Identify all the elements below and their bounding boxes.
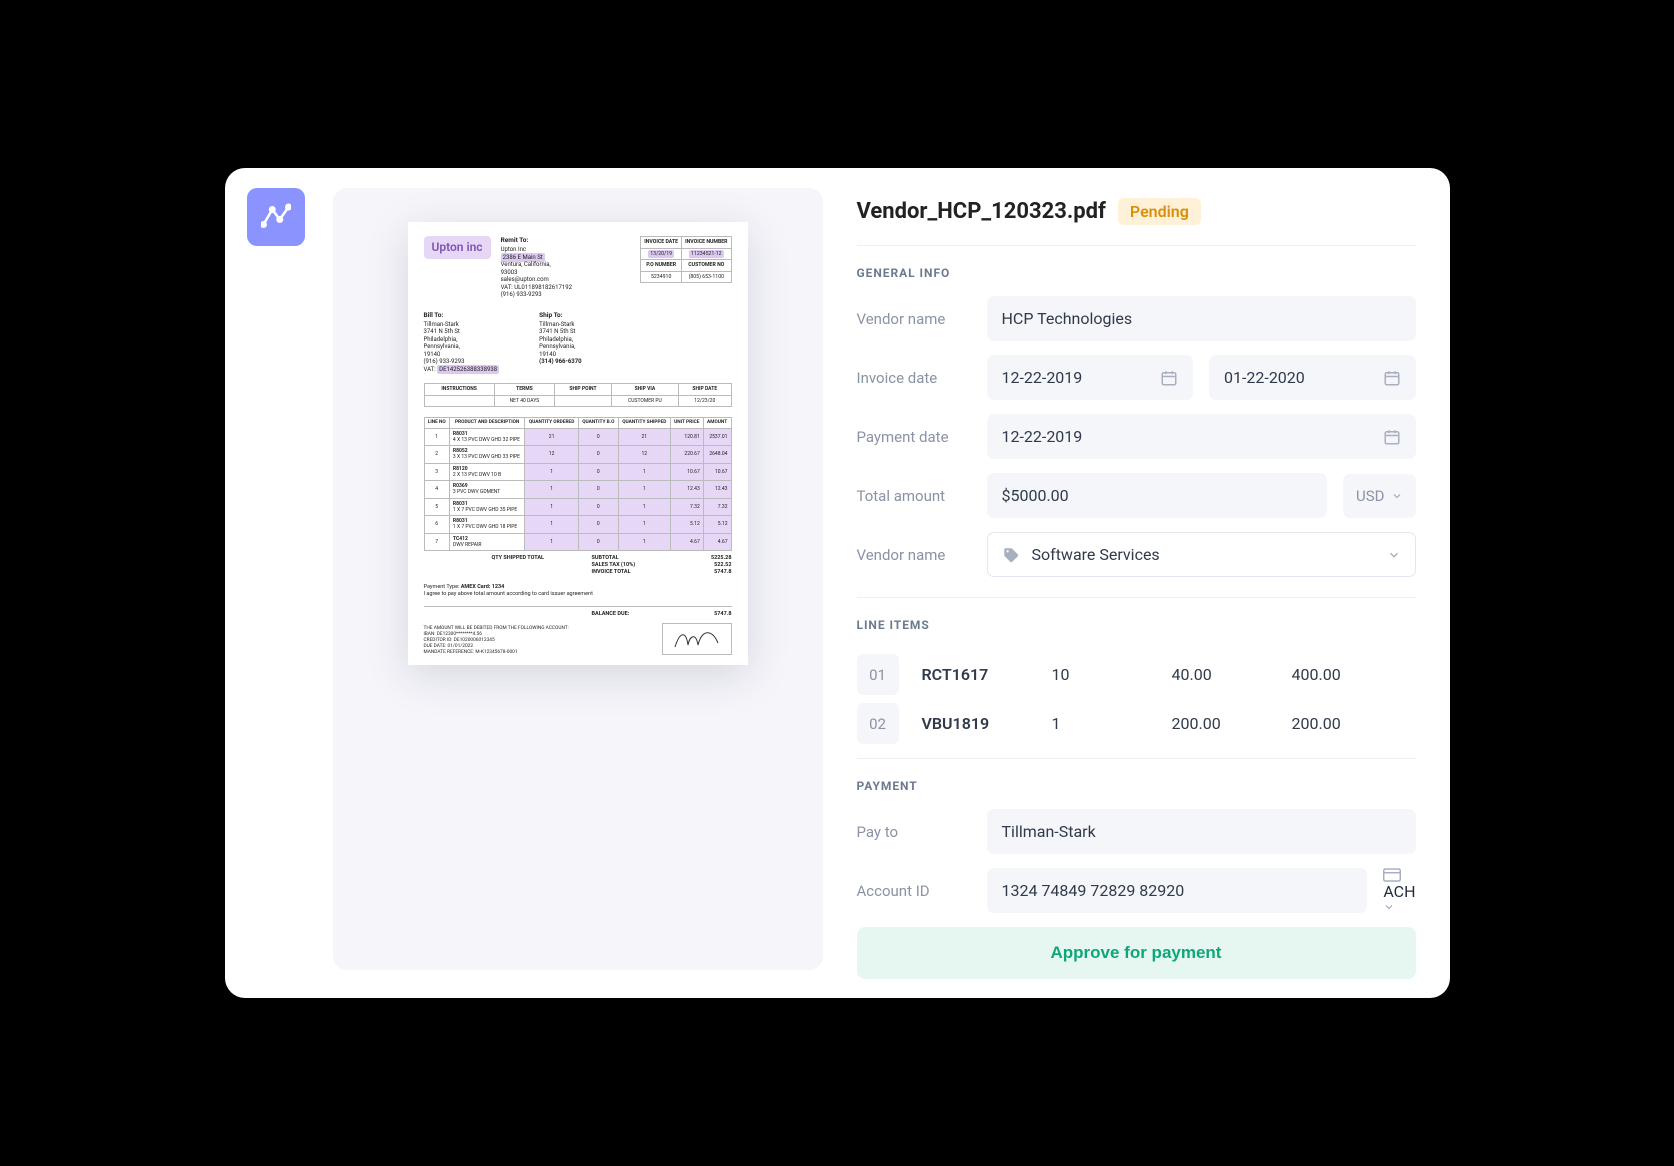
doc-terms-table: INSTRUCTIONSTERMSSHIP POINTSHIP VIASHIP … [424,383,732,407]
doc-totals: QTY SHIPPED TOTALSUBTOTAL5225.28 SALES T… [424,555,732,576]
divider [857,597,1416,598]
status-badge: Pending [1118,198,1201,225]
side-rail [225,168,315,998]
label-vendor-name: Vendor name [857,310,971,328]
line-item-index: 01 [857,654,899,695]
line-item-total[interactable]: 400.00 [1279,654,1416,695]
calendar-icon [1160,369,1178,387]
select-category[interactable]: Software Services [987,532,1416,577]
calendar-icon [1383,428,1401,446]
currency-select[interactable]: USD [1343,474,1415,518]
input-invoice-date[interactable]: 12-22-2019 [987,355,1194,400]
section-line-items: LINE ITEMS [857,618,1416,632]
input-vendor-name[interactable]: HCP Technologies [987,296,1416,341]
credit-card-icon [1383,868,1401,882]
line-item-row: 01RCT16171040.00400.00 [857,654,1416,695]
input-pay-to[interactable]: Tillman-Stark [987,809,1416,854]
doc-signature [662,623,732,655]
input-account-id[interactable]: 1324 74849 72829 82920 [987,868,1368,913]
approve-button[interactable]: Approve for payment [857,927,1416,979]
label-invoice-date: Invoice date [857,369,971,387]
doc-payment-note: Payment Type: AMEX Card: 1234 I agree to… [424,584,732,598]
doc-meta: INVOICE DATEINVOICE NUMBER 13/20/1911234… [640,236,731,299]
chevron-down-icon [1383,901,1395,913]
details-panel: Vendor_HCP_120323.pdf Pending GENERAL IN… [823,168,1450,998]
doc-remit-title: Remit To: [501,236,631,244]
line-item-total[interactable]: 200.00 [1279,703,1416,744]
line-item-index: 02 [857,703,899,744]
doc-remit-block: Remit To: Upton Inc 2386 E Main St Ventu… [501,236,631,299]
label-payment-date: Payment date [857,428,971,446]
calendar-icon [1383,369,1401,387]
doc-fine-print: THE AMOUNT WILL BE DEBITED FROM THE FOLL… [424,626,569,656]
input-due-date[interactable]: 01-22-2020 [1209,355,1416,400]
line-item-row: 02VBU18191200.00200.00 [857,703,1416,744]
line-item-sku[interactable]: VBU1819 [909,703,1029,744]
file-title: Vendor_HCP_120323.pdf [857,199,1106,224]
label-pay-to: Pay to [857,823,971,841]
divider [857,245,1416,246]
line-item-qty[interactable]: 10 [1039,654,1149,695]
doc-company-name: Upton inc [424,236,491,259]
label-account-id: Account ID [857,882,971,900]
line-item-qty[interactable]: 1 [1039,703,1149,744]
label-category: Vendor name [857,546,971,564]
app-logo[interactable] [247,188,305,246]
input-payment-date[interactable]: 12-22-2019 [987,414,1416,459]
section-general: GENERAL INFO [857,266,1416,280]
input-total-amount[interactable]: $5000.00 [987,473,1328,518]
label-total-amount: Total amount [857,487,971,505]
divider [857,758,1416,759]
doc-ship-to: Ship To: Tillman-Stark 3741 N 5th St Phi… [539,311,581,374]
doc-lines-table: LINE NOPRODUCT AND DESCRIPTIONQUANTITY O… [424,417,732,551]
chevron-down-icon [1387,548,1401,562]
line-item-price[interactable]: 200.00 [1159,703,1269,744]
line-items-list: 01RCT16171040.00400.0002VBU18191200.0020… [857,654,1416,752]
tag-icon [1002,546,1020,564]
line-item-price[interactable]: 40.00 [1159,654,1269,695]
invoice-document[interactable]: Upton inc Remit To: Upton Inc 2386 E Mai… [408,222,748,665]
section-payment: PAYMENT [857,779,1416,793]
doc-bill-to: Bill To: Tillman-Stark 3741 N 5th St Phi… [424,311,500,374]
chevron-down-icon [1391,490,1403,502]
network-icon [261,202,291,232]
payment-method-select[interactable]: ACH [1383,868,1415,913]
line-item-sku[interactable]: RCT1617 [909,654,1029,695]
document-preview-pane: Upton inc Remit To: Upton Inc 2386 E Mai… [333,188,823,970]
app-card: Upton inc Remit To: Upton Inc 2386 E Mai… [225,168,1450,998]
